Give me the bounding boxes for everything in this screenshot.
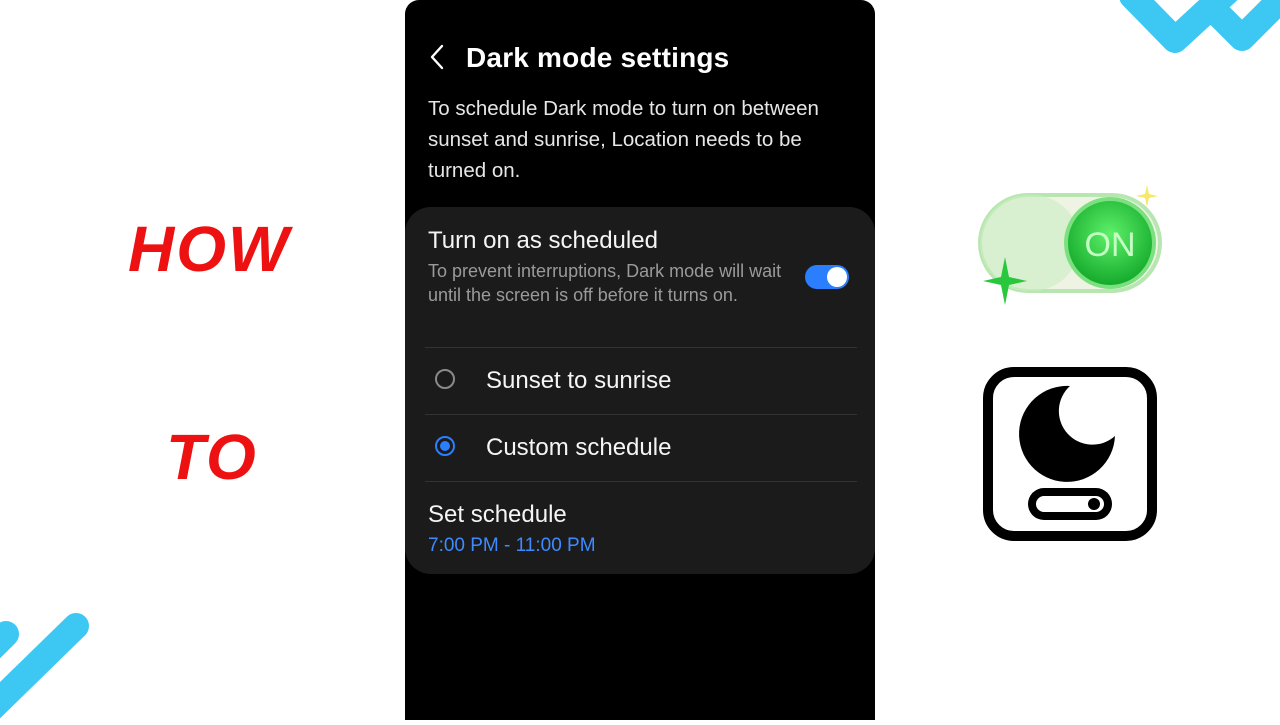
top-bar: Dark mode settings <box>405 30 875 86</box>
chevron-left-icon[interactable] <box>425 42 451 72</box>
page-title: Dark mode settings <box>466 42 730 73</box>
overlay-word-to: TO <box>166 421 258 493</box>
settings-card: Turn on as scheduled To prevent interrup… <box>405 207 875 574</box>
dark-mode-icon <box>982 366 1158 542</box>
on-switch-icon: ON <box>975 185 1165 305</box>
schedule-time-range: 7:00 PM - 11:00 PM <box>428 535 596 556</box>
phone-screen: Dark mode settings To schedule Dark mode… <box>405 0 875 720</box>
location-description: To schedule Dark mode to turn on between… <box>428 97 819 182</box>
bottom-left-decoration <box>0 600 100 720</box>
toggle-knob <box>827 267 847 287</box>
option-label: Sunset to sunrise <box>486 367 672 394</box>
set-schedule-row[interactable]: Set schedule 7:00 PM - 11:00 PM <box>405 484 875 570</box>
radio-button[interactable] <box>435 369 455 389</box>
option-sunset-to-sunrise[interactable]: Sunset to sunrise <box>405 348 875 414</box>
radio-button-selected[interactable] <box>435 436 455 456</box>
overlay-word-how: HOW <box>128 213 291 285</box>
turn-on-as-scheduled-row[interactable]: Turn on as scheduled To prevent interrup… <box>405 207 875 347</box>
divider <box>425 481 857 482</box>
set-schedule-title: Set schedule <box>428 501 567 528</box>
schedule-toggle-switch[interactable] <box>805 265 849 289</box>
top-right-decoration <box>1119 0 1280 70</box>
toggle-row-subtitle: To prevent interruptions, Dark mode will… <box>428 261 782 305</box>
option-label: Custom schedule <box>486 434 672 461</box>
on-label: ON <box>1085 226 1136 264</box>
toggle-row-title: Turn on as scheduled <box>428 227 658 254</box>
option-custom-schedule[interactable]: Custom schedule <box>405 415 875 481</box>
